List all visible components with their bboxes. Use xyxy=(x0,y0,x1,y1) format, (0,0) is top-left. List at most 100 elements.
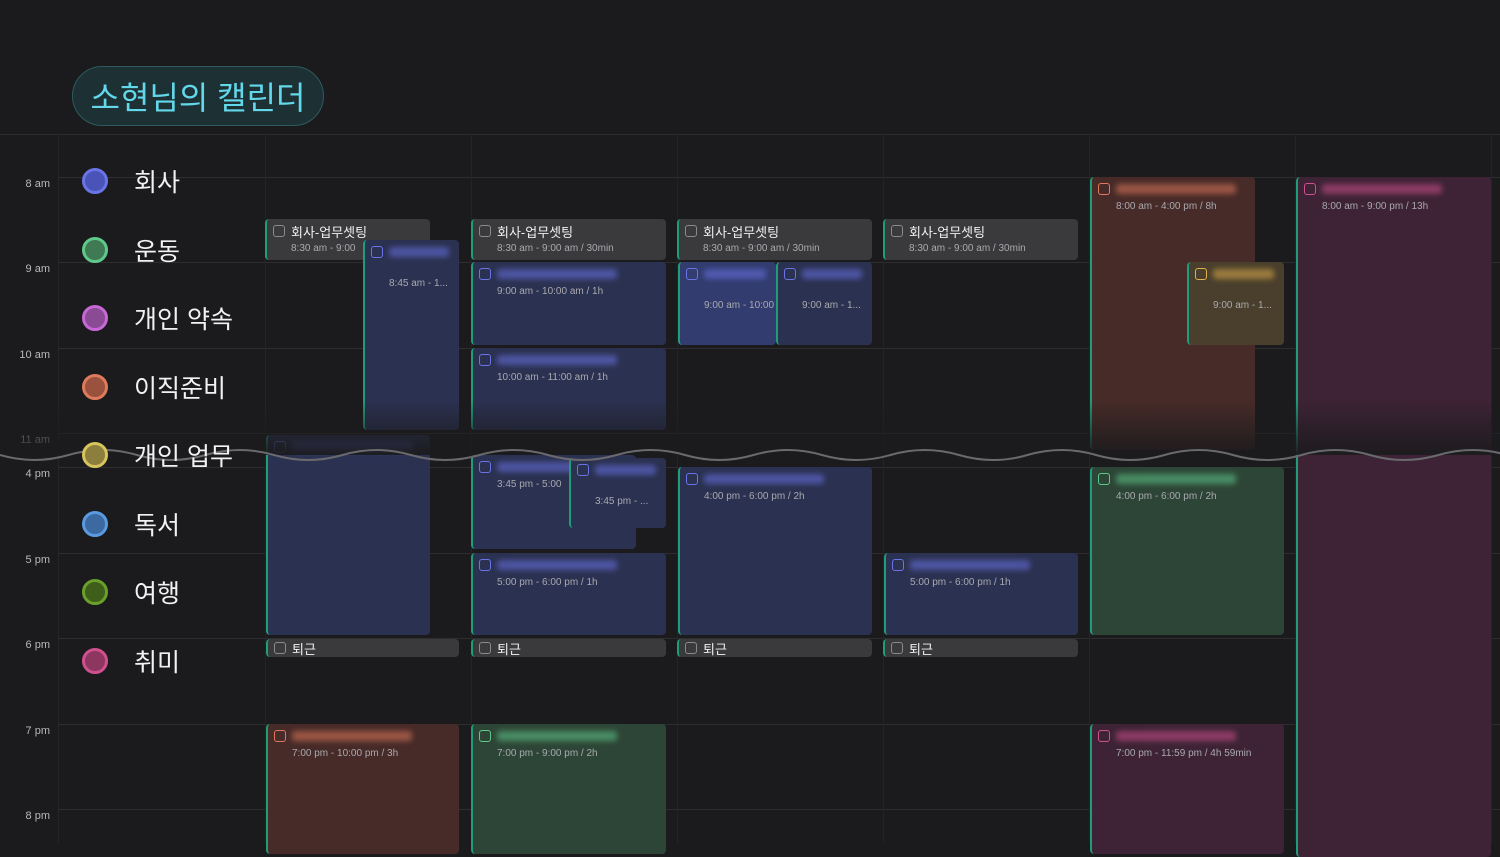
event-time: 3:45 pm - 5:00 xyxy=(497,479,562,490)
event-time: 9:00 am - 10:00 am xyxy=(704,300,776,311)
event-checkbox[interactable] xyxy=(479,225,491,237)
time-label: 10 am xyxy=(19,349,50,361)
event-checkbox[interactable] xyxy=(891,225,903,237)
calendar-event[interactable]: 5:00 pm - 6:00 pm / 1h xyxy=(884,553,1078,635)
event-checkbox[interactable] xyxy=(1098,473,1110,485)
event-title-redacted xyxy=(1213,269,1274,279)
legend-item[interactable]: 회사 xyxy=(82,164,180,198)
calendar-event[interactable]: 7:00 pm - 10:00 pm / 3h xyxy=(266,724,459,854)
event-checkbox[interactable] xyxy=(1304,183,1316,195)
legend-item[interactable]: 개인 약속 xyxy=(82,301,233,335)
calendar-event[interactable]: 4:00 pm - 6:00 pm / 2h xyxy=(678,467,872,635)
legend-label: 운동 xyxy=(134,237,181,266)
event-time: 9:00 am - 10:00 am / 1h xyxy=(497,286,604,297)
time-label: 6 pm xyxy=(25,639,50,651)
event-time: 4:00 pm - 6:00 pm / 2h xyxy=(704,491,805,502)
calendar-event[interactable]: 퇴근 xyxy=(266,639,459,657)
event-title: 회사-업무셋팅 xyxy=(703,225,780,240)
event-time: 4:00 pm - 6:00 pm / 2h xyxy=(1116,491,1217,502)
event-checkbox[interactable] xyxy=(685,225,697,237)
category-color-dot-icon xyxy=(82,647,108,674)
hour-line xyxy=(58,348,1500,349)
event-title: 퇴근 xyxy=(292,642,316,657)
event-title: 퇴근 xyxy=(497,642,521,657)
event-checkbox[interactable] xyxy=(479,642,491,654)
legend-item[interactable]: 여행 xyxy=(82,575,180,609)
calendar-event[interactable]: 퇴근 xyxy=(883,639,1078,657)
event-title: 회사-업무셋팅 xyxy=(291,225,368,240)
calendar-event[interactable]: 회사-업무셋팅 8:30 am - 9:00 am / 30min xyxy=(883,219,1078,260)
event-time: 7:00 pm - 11:59 pm / 4h 59min xyxy=(1116,748,1252,759)
event-checkbox[interactable] xyxy=(371,246,383,258)
event-checkbox[interactable] xyxy=(685,642,697,654)
legend-item[interactable]: 이직준비 xyxy=(82,370,226,404)
category-color-dot-icon xyxy=(82,442,108,468)
event-title-redacted xyxy=(802,269,862,279)
legend-label: 개인 업무 xyxy=(134,443,233,471)
event-title-redacted xyxy=(497,731,617,741)
legend-label: 회사 xyxy=(134,169,181,197)
calendar-event[interactable]: 퇴근 xyxy=(471,639,666,657)
event-time: 8:45 am - 1... xyxy=(389,278,448,289)
category-color-dot-icon xyxy=(82,579,108,605)
event-checkbox[interactable] xyxy=(891,642,903,654)
calendar-event[interactable]: 4:00 pm - 6:00 pm / 2h xyxy=(1090,467,1284,635)
event-title-redacted xyxy=(1116,184,1236,194)
event-time: 7:00 pm - 9:00 pm / 2h xyxy=(497,748,598,759)
event-time: 8:30 am - 9:00 am / 30min xyxy=(703,243,820,254)
day-column-divider xyxy=(1491,134,1492,843)
event-checkbox[interactable] xyxy=(686,473,698,485)
event-title: 퇴근 xyxy=(909,642,933,657)
event-checkbox[interactable] xyxy=(1098,730,1110,742)
calendar-event[interactable]: 5:00 pm - 6:00 pm / 1h xyxy=(471,553,666,635)
legend-label: 개인 약속 xyxy=(134,306,233,334)
event-time: 9:00 am - 1... xyxy=(1213,300,1272,311)
calendar-event[interactable]: 9:00 am - 1... xyxy=(1187,262,1284,345)
event-checkbox[interactable] xyxy=(686,268,698,280)
event-time: 10:00 am - 11:00 am / 1h xyxy=(497,372,608,383)
event-checkbox[interactable] xyxy=(479,354,491,366)
event-checkbox[interactable] xyxy=(273,225,285,237)
legend-item[interactable]: 독서 xyxy=(82,507,180,541)
calendar-title: 소현님의 캘린더 xyxy=(72,66,324,126)
event-title-redacted xyxy=(497,355,617,365)
calendar-event[interactable]: 8:00 am - 9:00 pm / 13h xyxy=(1296,177,1491,857)
calendar-event[interactable]: 7:00 pm - 11:59 pm / 4h 59min xyxy=(1090,724,1284,854)
calendar-event[interactable]: 회사-업무셋팅 8:30 am - 9:00 am / 30min xyxy=(677,219,872,260)
event-time: 8:30 am - 9:00 xyxy=(291,243,356,254)
calendar-event[interactable]: 퇴근 xyxy=(677,639,872,657)
event-checkbox[interactable] xyxy=(1195,268,1207,280)
event-time: 8:30 am - 9:00 am / 30min xyxy=(497,243,614,254)
time-label: 9 am xyxy=(25,263,50,275)
event-title-redacted xyxy=(1116,474,1236,484)
event-title-redacted xyxy=(1116,731,1236,741)
legend-label: 이직준비 xyxy=(134,374,227,403)
event-checkbox[interactable] xyxy=(479,559,491,571)
calendar-event[interactable]: 9:00 am - 10:00 am xyxy=(678,262,776,345)
event-time: 8:30 am - 9:00 am / 30min xyxy=(909,243,1026,254)
legend-label: 취미 xyxy=(134,648,181,677)
legend-item[interactable]: 개인 업무 xyxy=(82,438,233,472)
legend-item[interactable]: 취미 xyxy=(82,644,180,678)
calendar-event[interactable]: 7:00 pm - 9:00 pm / 2h xyxy=(471,724,666,854)
event-checkbox[interactable] xyxy=(1098,183,1110,195)
legend-item[interactable]: 운동 xyxy=(82,233,180,267)
calendar-event[interactable]: 회사-업무셋팅 8:30 am - 9:00 am / 30min xyxy=(471,219,666,260)
calendar-event[interactable]: 9:00 am - 1... xyxy=(776,262,872,345)
hour-line xyxy=(58,177,1500,178)
event-time: 7:00 pm - 10:00 pm / 3h xyxy=(292,748,399,759)
event-checkbox[interactable] xyxy=(479,730,491,742)
event-checkbox[interactable] xyxy=(892,559,904,571)
event-title-redacted xyxy=(497,269,617,279)
event-title-redacted xyxy=(704,269,766,279)
event-time: 3:45 pm - ... xyxy=(595,496,649,507)
event-checkbox[interactable] xyxy=(784,268,796,280)
event-checkbox[interactable] xyxy=(274,730,286,742)
event-title: 퇴근 xyxy=(703,642,727,657)
event-checkbox[interactable] xyxy=(274,642,286,654)
category-color-dot-icon xyxy=(82,236,108,263)
calendar-event[interactable]: 9:00 am - 10:00 am / 1h xyxy=(471,262,666,345)
legend-label: 독서 xyxy=(134,511,181,540)
event-title-redacted xyxy=(497,560,617,570)
event-checkbox[interactable] xyxy=(479,268,491,280)
